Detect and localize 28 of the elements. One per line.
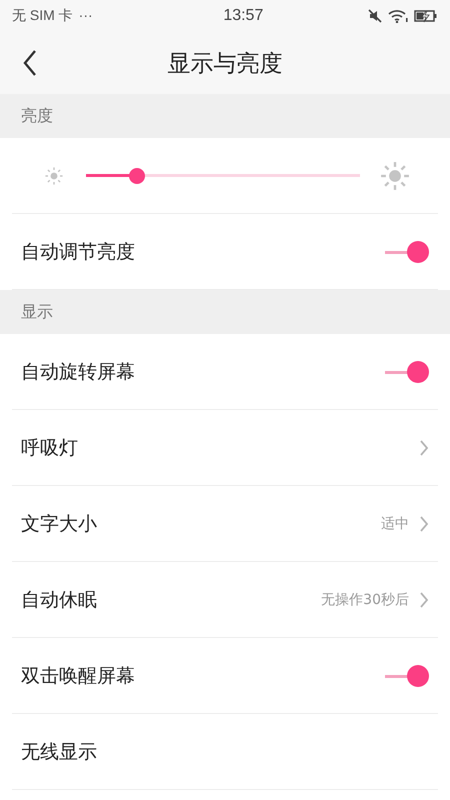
chevron-icon [419,438,429,456]
setting-label: 无线显示 [21,740,97,764]
setting-label: 自动休眠 [21,588,97,612]
more-indicator: ··· [78,7,93,25]
chevron-icon [419,514,429,532]
wifi-icon [388,9,408,23]
setting-label: 自动调节亮度 [21,240,135,264]
battery-charging-icon [414,9,438,23]
setting-label: 呼吸灯 [21,436,78,460]
setting-value: 适中 [381,514,409,532]
page-title: 显示与亮度 [168,50,282,78]
chevron-icon [419,590,429,608]
setting-label: 双击唤醒屏幕 [21,664,135,688]
setting-label: 文字大小 [21,512,97,536]
setting-label: 自动旋转屏幕 [21,360,135,384]
muted-speaker-icon [368,9,382,23]
clock-time: 13:57 [223,7,264,25]
back-button[interactable] [22,49,38,77]
section-header: 亮度 [0,94,450,138]
section-header: 显示 [0,290,450,334]
carrier-text: 无 SIM 卡 [12,7,73,25]
toggle-switch[interactable] [385,664,429,686]
sun-icon [380,160,410,190]
setting-value: 无操作30秒后 [321,590,409,608]
slider-thumb[interactable] [128,168,145,184]
toggle-switch[interactable] [385,240,429,262]
toggle-switch[interactable] [385,360,429,382]
brightness-slider[interactable] [86,168,360,184]
